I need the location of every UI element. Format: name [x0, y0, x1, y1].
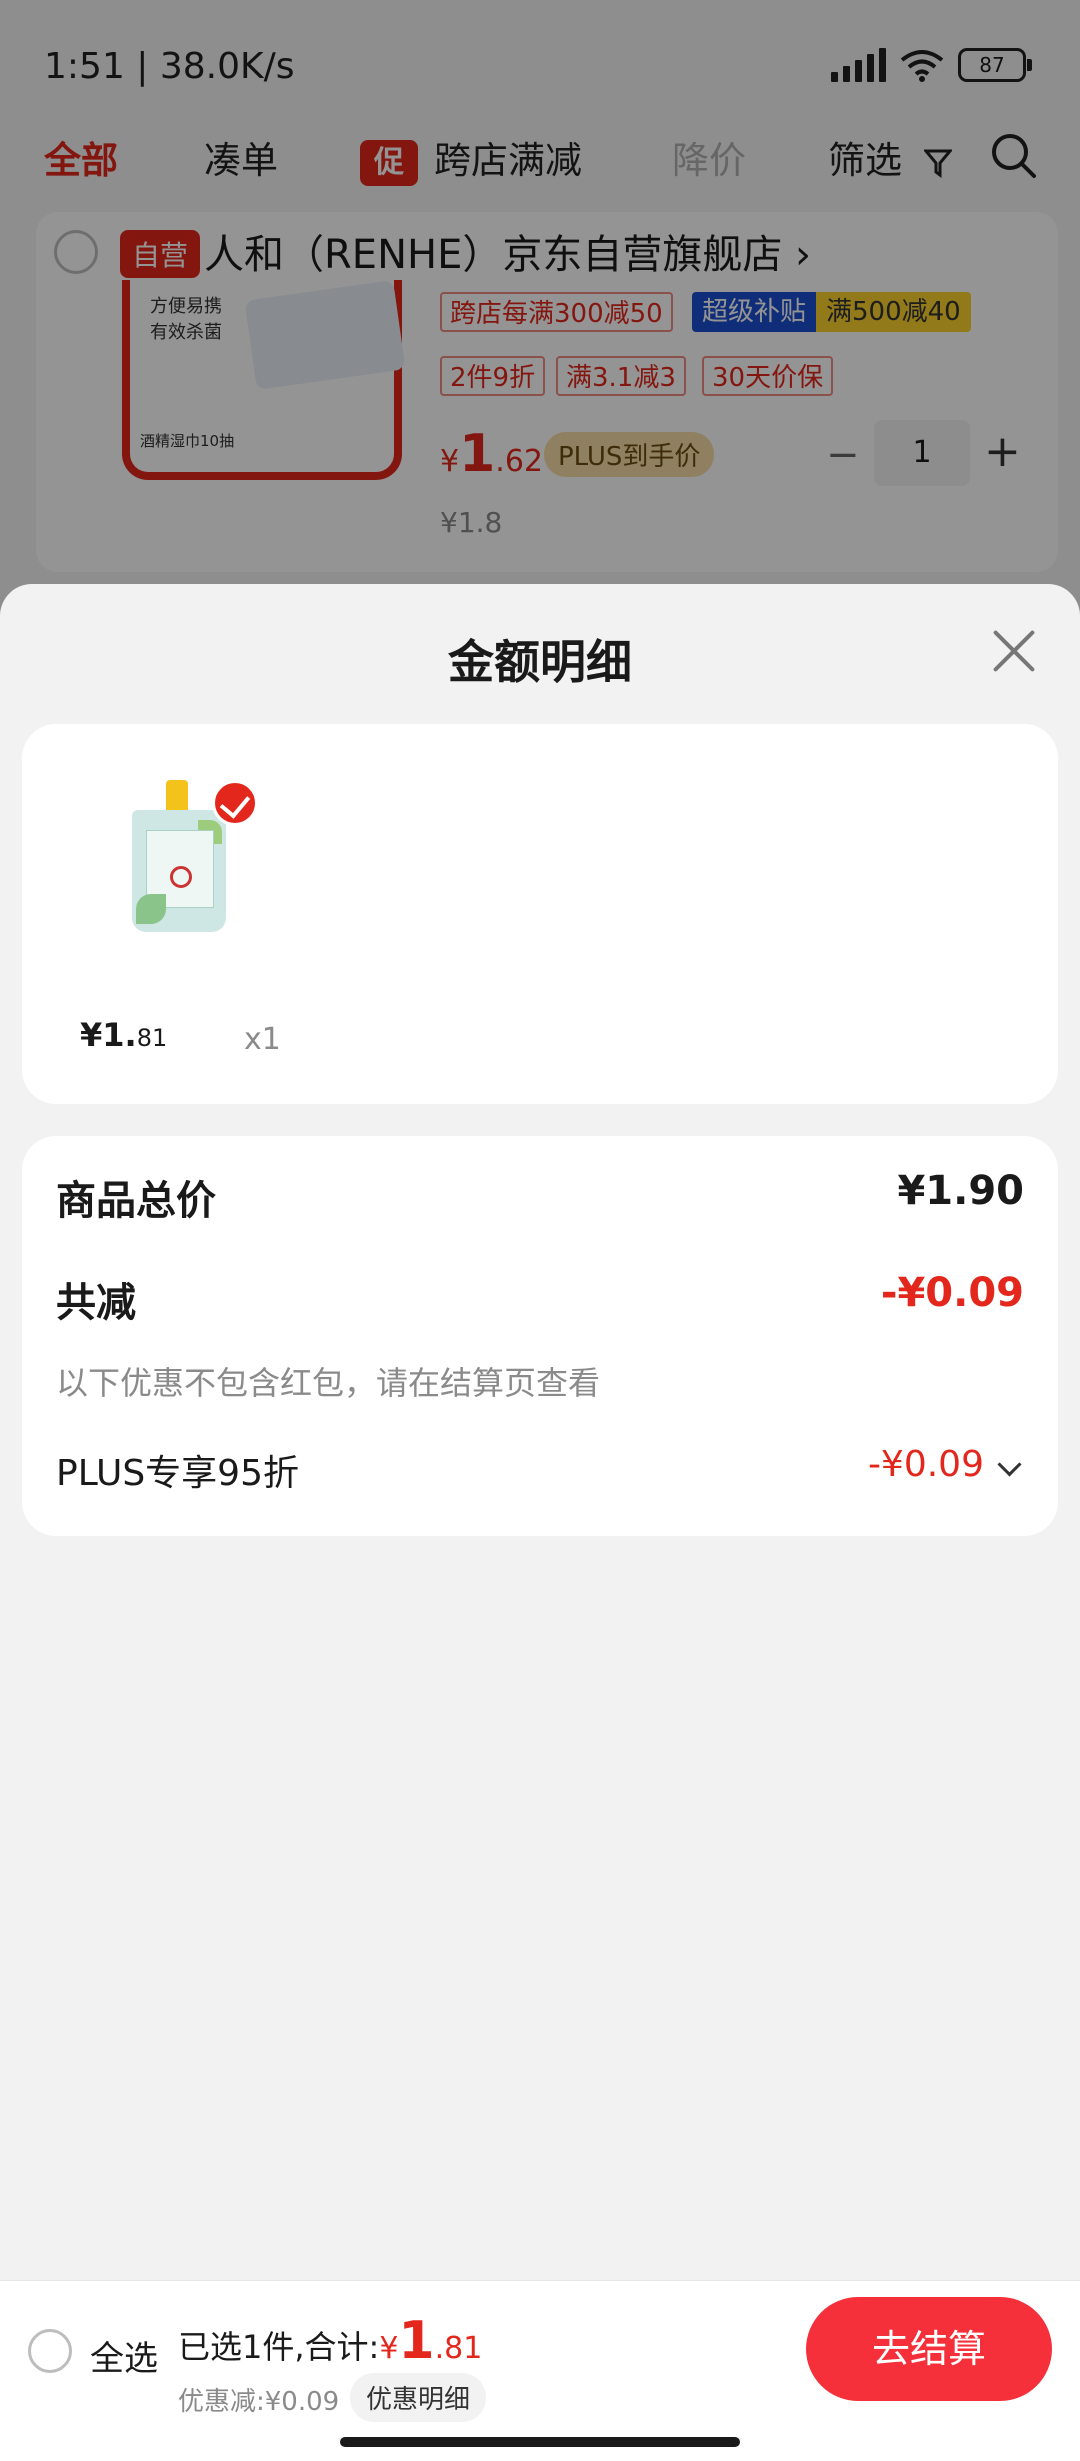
- plus-discount-label: PLUS专享95折: [56, 1453, 299, 1494]
- sheet-title: 金额明细: [448, 635, 632, 689]
- plus-discount-value[interactable]: -¥0.09: [868, 1444, 984, 1485]
- pouch-spout: [166, 780, 188, 814]
- selected-products-card: ¥1.81 x1: [22, 724, 1058, 1104]
- select-all-label[interactable]: 全选: [90, 2331, 158, 2380]
- reduction-value: -¥0.09: [880, 1270, 1024, 1316]
- pouch-graphic: [132, 810, 226, 932]
- discount-note: 以下优惠不包含红包，请在结算页查看: [56, 1364, 601, 1402]
- select-all-radio[interactable]: [28, 2329, 72, 2373]
- checkout-button[interactable]: 去结算: [806, 2297, 1052, 2401]
- total-price-value: ¥1.90: [897, 1168, 1024, 1214]
- selected-count-text: 已选1件,合计:: [178, 2328, 380, 2366]
- total-price-label: 商品总价: [56, 1178, 216, 1224]
- product-price: ¥1.81: [80, 1016, 168, 1054]
- discount-detail-button[interactable]: 优惠明细: [350, 2373, 487, 2422]
- reduction-label: 共减: [56, 1280, 136, 1326]
- home-indicator: [340, 2437, 740, 2447]
- total-summary: 已选1件,合计:¥1.81: [178, 2311, 483, 2371]
- modal-overlay[interactable]: [0, 0, 1080, 620]
- close-icon[interactable]: [990, 628, 1036, 674]
- discount-amount: 优惠减:¥0.09: [178, 2387, 340, 2417]
- price-summary-card: 商品总价 ¥1.90 共减 -¥0.09 以下优惠不包含红包，请在结算页查看 P…: [22, 1136, 1058, 1536]
- amount-detail-sheet: 金额明细 ¥1.81 x1 商品总价 ¥1.90 共减 -¥0.09 以下优惠不…: [0, 584, 1080, 2280]
- chevron-down-icon[interactable]: [997, 1452, 1022, 1477]
- selected-check-icon: [212, 780, 258, 826]
- checkout-bar: 全选 已选1件,合计:¥1.81 优惠减:¥0.09 优惠明细 去结算: [0, 2280, 1080, 2461]
- product-quantity: x1: [244, 1022, 281, 1057]
